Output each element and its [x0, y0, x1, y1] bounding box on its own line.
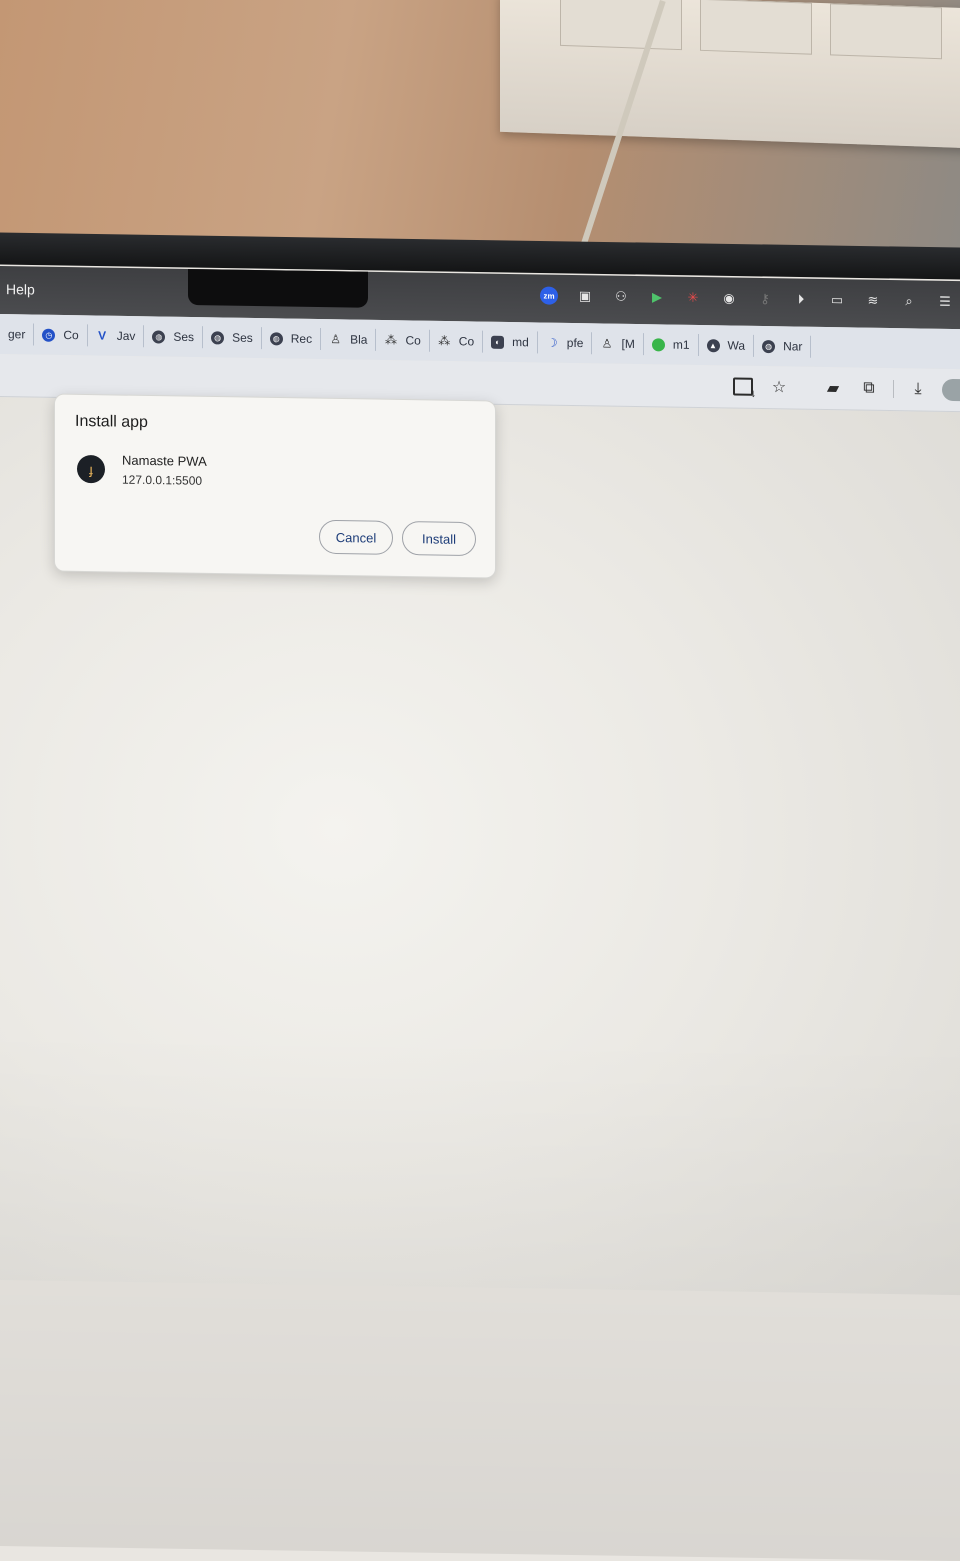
profile-avatar[interactable] — [942, 378, 960, 402]
v-logo-icon: V — [98, 328, 107, 343]
toolbar-divider — [803, 379, 809, 397]
bookmark-item[interactable]: ◐ md — [483, 330, 538, 354]
bookmark-item[interactable]: ☽ pfe — [537, 331, 593, 355]
light-switch — [700, 0, 812, 55]
app-name: Namaste PWA — [122, 452, 207, 469]
bookmark-item[interactable]: V Jav — [87, 324, 145, 348]
person-icon: ♙ — [601, 336, 613, 351]
moon-icon: ☽ — [546, 335, 558, 350]
menu-help[interactable]: Help — [6, 281, 35, 297]
bookmark-item[interactable]: ◍ Ses — [144, 325, 204, 349]
battery-icon[interactable]: ▭ — [826, 291, 848, 309]
bookmark-item[interactable]: ger — [0, 323, 35, 346]
app-icon: ɟ — [77, 454, 105, 484]
bookmark-item[interactable]: m1 — [643, 333, 699, 356]
triangle-icon: ▲ — [706, 338, 720, 352]
status-icons: zm ▣ ⚇ ▶ ✳ ◉ ⚷ ⏵ ▭ ≋ ⌕ ☰ — [538, 286, 956, 311]
install-app-dialog: Install app ɟ Namaste PWA 127.0.0.1:5500… — [54, 393, 496, 579]
install-app-icon[interactable] — [731, 375, 755, 397]
teams-icon[interactable]: ⚇ — [610, 288, 632, 306]
bookmark-item[interactable]: ◍ Nar — [754, 334, 812, 358]
extension-square-icon[interactable]: ▰ — [821, 377, 845, 399]
bookmark-item[interactable]: ◷ Co — [34, 323, 88, 347]
clock-icon: ◷ — [42, 328, 56, 342]
bookmark-item[interactable]: ⁂ Co — [376, 328, 430, 352]
dialog-title: Install app — [75, 412, 148, 432]
zoom-icon[interactable]: zm — [538, 286, 560, 305]
cancel-button[interactable]: Cancel — [319, 519, 393, 555]
globe-icon: ◍ — [211, 330, 225, 345]
globe-icon: ◍ — [762, 339, 776, 353]
star-icon[interactable]: ☆ — [767, 376, 791, 398]
globe-icon: ◍ — [269, 331, 283, 345]
key-icon[interactable]: ⚷ — [754, 290, 776, 308]
puzzle-icon[interactable]: ⧉ — [857, 377, 881, 399]
camera-notch — [188, 268, 368, 308]
github-icon: ◐ — [491, 335, 505, 349]
bookmark-item[interactable]: ♙ Bla — [321, 328, 377, 351]
light-switch-plate — [500, 0, 960, 149]
vpn-icon[interactable]: ◉ — [718, 289, 740, 307]
bookmark-item[interactable]: ◍ Ses — [203, 326, 262, 350]
download-icon[interactable]: ⤓ — [906, 378, 930, 400]
nodes-icon: ⁂ — [384, 333, 397, 348]
nodes-icon: ⁂ — [438, 333, 451, 349]
bookmark-item[interactable]: ⁂ Co — [429, 329, 484, 353]
lighting-shade — [0, 1026, 960, 1561]
bookmark-item[interactable]: ♙ [M — [592, 332, 644, 356]
spotlight-search-icon[interactable]: ⌕ — [898, 292, 920, 310]
outlook-icon[interactable]: ▣ — [574, 287, 596, 305]
wifi-icon[interactable]: ≋ — [862, 292, 884, 310]
screen-share-icon[interactable]: ▶ — [646, 288, 668, 306]
install-button[interactable]: Install — [402, 520, 476, 557]
bookmark-item[interactable]: ◍ Rec — [261, 327, 322, 351]
toolbar-icons: ☆ ▰ ⧉ ⤓ — [731, 375, 960, 402]
person-icon: ♙ — [330, 332, 341, 347]
green-dot-icon — [651, 337, 665, 351]
pinwheel-icon[interactable]: ✳ — [682, 289, 704, 307]
toolbar-divider — [893, 380, 894, 399]
background-wall — [0, 0, 960, 262]
globe-icon: ◍ — [152, 329, 166, 344]
light-switch — [830, 3, 942, 60]
app-origin: 127.0.0.1:5500 — [122, 472, 203, 488]
bookmark-item[interactable]: ▲ Wa — [698, 333, 755, 357]
control-center-icon[interactable]: ☰ — [934, 293, 956, 311]
play-icon[interactable]: ⏵ — [790, 290, 812, 308]
